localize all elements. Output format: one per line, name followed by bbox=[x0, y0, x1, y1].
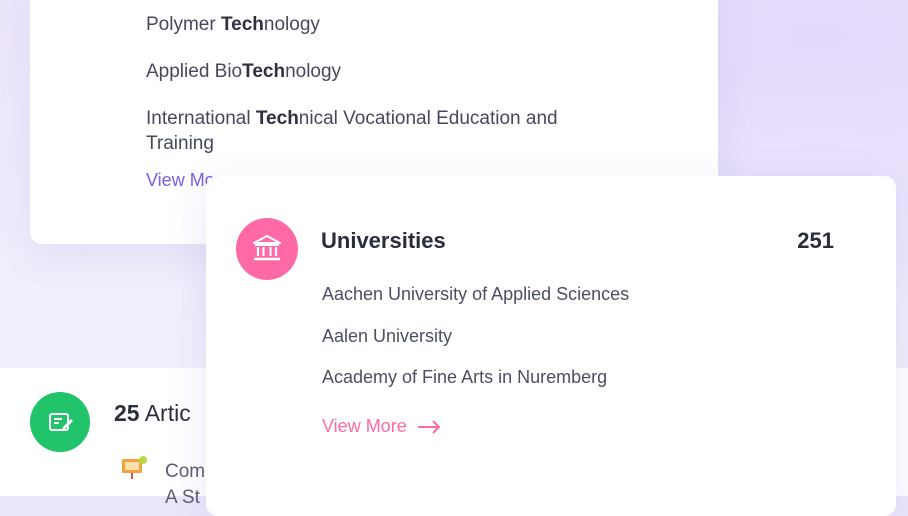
university-item[interactable]: Aachen University of Applied Sciences bbox=[322, 282, 629, 306]
edit-note-icon bbox=[49, 413, 73, 431]
program-item-text: Applied Bio bbox=[146, 61, 243, 82]
program-item-text: Polymer bbox=[146, 14, 221, 35]
program-item-text: nology bbox=[263, 14, 320, 35]
programs-list: Polymer Technology Applied BioTechnology… bbox=[146, 12, 586, 178]
universities-count: 251 bbox=[797, 228, 834, 253]
program-item-text: nology bbox=[285, 61, 342, 82]
arrow-right-icon bbox=[417, 419, 441, 434]
program-item[interactable]: Applied BioTechnology bbox=[146, 59, 586, 84]
universities-title: Universities bbox=[321, 228, 446, 253]
presentation-icon bbox=[122, 456, 147, 479]
university-item[interactable]: Aalen University bbox=[322, 324, 629, 348]
program-item-highlight: Tech bbox=[220, 14, 264, 35]
universities-list: Aachen University of Applied Sciences Aa… bbox=[322, 282, 629, 407]
articles-count: 25 bbox=[114, 400, 140, 426]
program-item-highlight: Tech bbox=[255, 108, 299, 129]
universities-icon bbox=[236, 218, 298, 280]
universities-view-more-link[interactable]: View More bbox=[322, 416, 441, 437]
program-item-text: International bbox=[146, 108, 256, 129]
program-item[interactable]: Polymer Technology bbox=[146, 12, 586, 37]
articles-icon bbox=[30, 392, 90, 452]
view-more-label: View More bbox=[322, 416, 407, 436]
articles-title: 25 Artic bbox=[114, 400, 191, 427]
universities-card: Universities 251 Aachen University of Ap… bbox=[206, 176, 896, 516]
program-item[interactable]: International Technical Vocational Educa… bbox=[146, 106, 586, 156]
article-item[interactable]: Com A St bbox=[165, 459, 205, 511]
bank-icon bbox=[253, 235, 281, 261]
university-item[interactable]: Academy of Fine Arts in Nuremberg bbox=[322, 365, 629, 389]
articles-label: Artic bbox=[144, 400, 191, 426]
program-item-highlight: Tech bbox=[242, 61, 286, 82]
